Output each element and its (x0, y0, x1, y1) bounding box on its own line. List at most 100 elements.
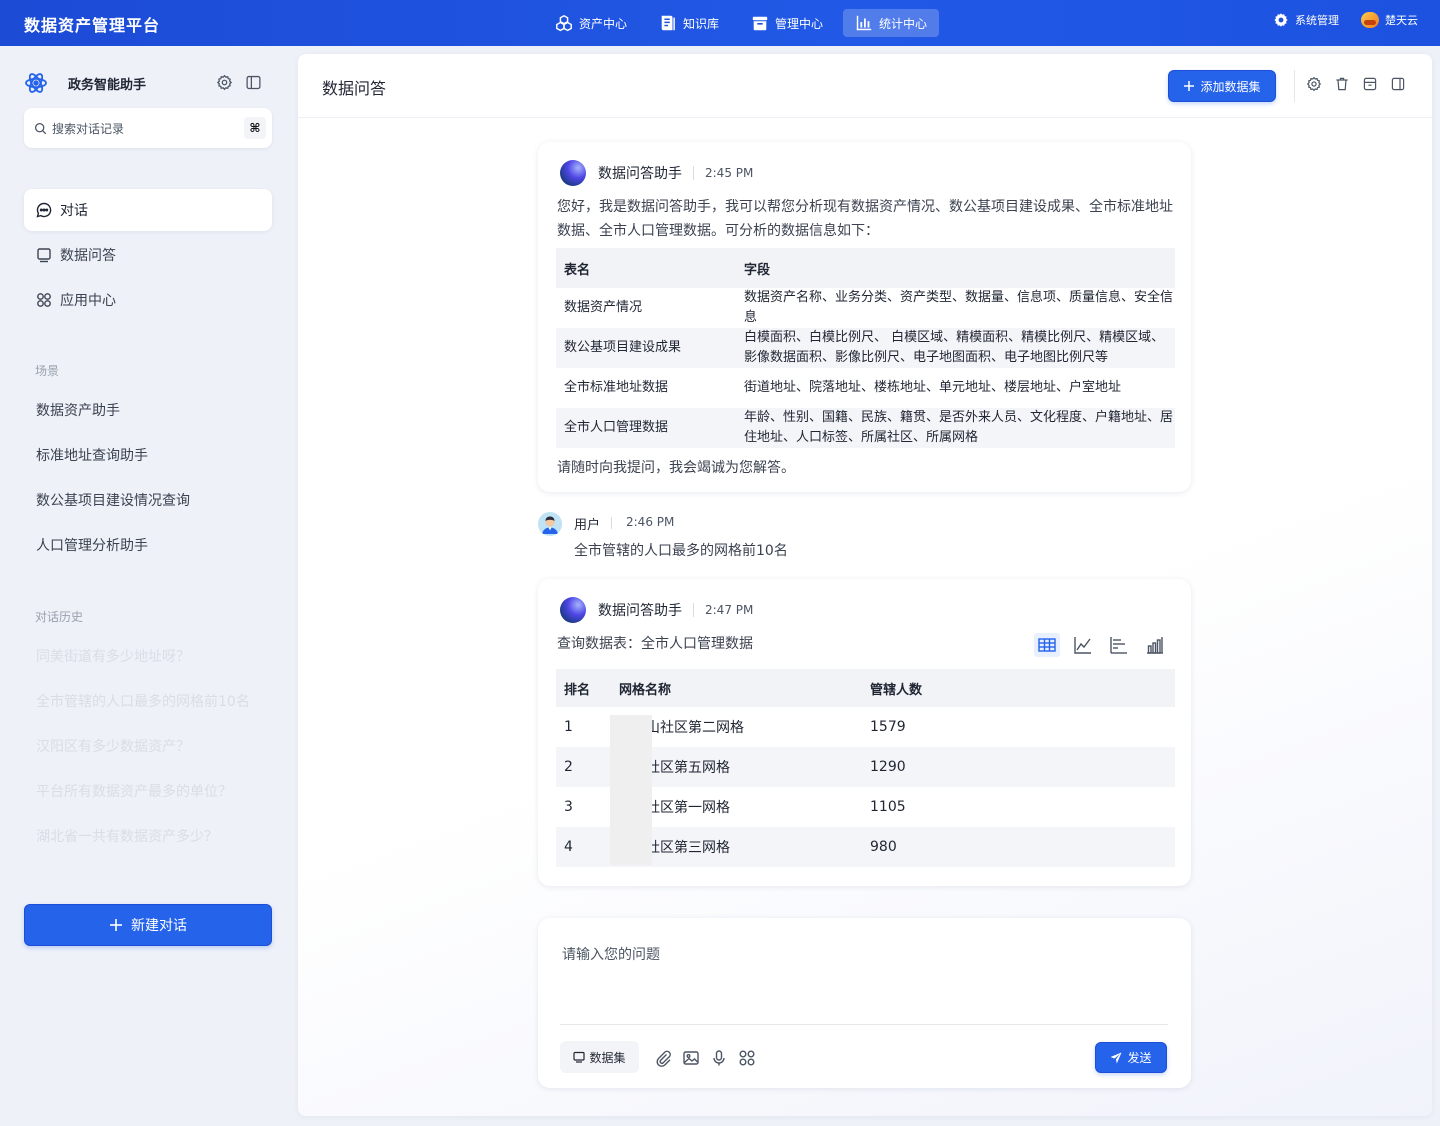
plus-icon (1184, 81, 1195, 91)
nav-statistics-center[interactable]: 统计中心 (843, 9, 940, 37)
redaction-mask (610, 715, 652, 865)
scene-section-label: 场景 (35, 364, 60, 378)
dataset-icon (37, 248, 51, 263)
dataset-select-button[interactable]: 数据集 (560, 1041, 639, 1073)
delete-icon[interactable] (1334, 76, 1350, 92)
header-actions (1306, 76, 1406, 92)
system-management-button[interactable]: 系统管理 (1273, 12, 1339, 28)
main-panel: 数据问答 添加数据集 数据问答助手 2:45 PM 您好，我是数据问答助手，我可… (298, 54, 1432, 1116)
table-row: 数据资产情况 数据资产名称、业务分类、资产类型、数据量、信息项、质量信息、安全信… (564, 290, 1174, 325)
book-icon (661, 15, 675, 31)
assistant-answer-message: 数据问答助手 2:47 PM 查询数据表：全市人口管理数据 排名 网格名称 管辖 (538, 579, 1191, 886)
top-bar: 数据资产管理平台 资产中心 知识库 管理中心 统计中心 系统管理 楚天云 (0, 0, 1440, 46)
send-button[interactable]: 发送 (1095, 1042, 1167, 1073)
add-dataset-button[interactable]: 添加数据集 (1168, 70, 1276, 102)
message-composer: 请输入您的问题 数据集 发送 (538, 918, 1191, 1088)
settings-icon[interactable] (1306, 76, 1322, 92)
main-header: 数据问答 添加数据集 (298, 54, 1432, 118)
bar-chart-icon (1147, 637, 1163, 654)
gear-icon (1274, 13, 1288, 27)
apps-icon (37, 293, 51, 307)
plus-icon (110, 919, 122, 931)
scene-item[interactable]: 数据资产助手 (36, 396, 190, 441)
dataset-fields-table: 表名 字段 数据资产情况 数据资产名称、业务分类、资产类型、数据量、信息项、质量… (556, 248, 1175, 448)
sidebar-item-app-center[interactable]: 应用中心 (24, 279, 272, 321)
tenant-switcher[interactable]: 楚天云 (1361, 12, 1418, 28)
send-icon (1110, 1052, 1122, 1063)
view-mode-toggles (1034, 633, 1168, 657)
assistant-avatar (560, 597, 586, 623)
history-item[interactable]: 全市管辖的人口最多的网格前10名 (36, 687, 272, 732)
line-chart-icon (1074, 637, 1091, 654)
attach-icon[interactable] (654, 1049, 672, 1067)
question-input[interactable]: 请输入您的问题 (562, 944, 660, 964)
new-chat-button[interactable]: 新建对话 (24, 904, 272, 946)
composer-tools (654, 1049, 756, 1067)
table-view-button[interactable] (1034, 633, 1060, 657)
dataset-icon (573, 1051, 586, 1063)
mic-icon[interactable] (710, 1049, 728, 1067)
history-item[interactable]: 同美街道有多少地址呀？ (36, 642, 272, 687)
user-message: 用户 2:46 PM 全市管辖的人口最多的网格前10名 (538, 512, 1038, 562)
user-question: 全市管辖的人口最多的网格前10名 (574, 543, 788, 559)
settings-icon[interactable] (216, 74, 233, 91)
history-item[interactable]: 汉阳区有多少数据资产？ (36, 732, 272, 777)
line-chart-view-button[interactable] (1070, 633, 1096, 657)
header-divider (1294, 70, 1295, 102)
page-title: 数据问答 (322, 79, 387, 98)
assistant-header-actions (216, 74, 262, 91)
sidebar-item-data-qa[interactable]: 数据问答 (24, 234, 272, 276)
table-header: 字段 (736, 248, 1175, 288)
assistant-header: 政务智能助手 (24, 70, 272, 96)
horizontal-bar-icon (1110, 637, 1127, 654)
scene-item[interactable]: 人口管理分析助手 (36, 531, 190, 576)
nav-asset-center[interactable]: 资产中心 (543, 9, 639, 37)
assistant-welcome-message: 数据问答助手 2:45 PM 您好，我是数据问答助手，我可以帮您分析现有数据资产… (538, 142, 1191, 492)
sidebar-menu: 对话 数据问答 应用中心 (24, 189, 272, 324)
table-row: 全市标准地址数据 街道地址、院落地址、楼栋地址、单元地址、楼层地址、户室地址 (564, 380, 1122, 395)
welcome-intro: 您好，我是数据问答助手，我可以帮您分析现有数据资产情况、数公基项目建设成果、全市… (557, 199, 1173, 239)
scene-item[interactable]: 数公基项目建设情况查询 (36, 486, 190, 531)
apps-icon[interactable] (738, 1049, 756, 1067)
history-fade-overlay (24, 866, 272, 906)
top-right-area: 系统管理 楚天云 (1273, 12, 1418, 28)
history-item[interactable]: 平台所有数据资产最多的单位？ (36, 777, 272, 822)
message-time: 2:45 PM (705, 166, 754, 180)
image-icon[interactable] (682, 1049, 700, 1067)
conversation-search[interactable]: 搜索对话记录 ⌘ (24, 108, 272, 148)
search-shortcut-badge: ⌘ (244, 117, 266, 139)
panel-icon[interactable] (1390, 76, 1406, 92)
history-item[interactable]: 湖北省一共有数据资产多少？ (36, 822, 272, 867)
table-view-icon (1038, 638, 1056, 652)
sidebar: 政务智能助手 搜索对话记录 ⌘ 对话 数据问答 应用中心 场景 数据资产助手 标… (0, 46, 296, 1126)
scene-item[interactable]: 标准地址查询助手 (36, 441, 190, 486)
table-row: 数公基项目建设成果 白模面积、白模比例尺、 白模区域、精模面积、精模比例尺、精模… (556, 328, 1175, 368)
table-header: 表名 (556, 248, 736, 288)
archive-icon[interactable] (1362, 76, 1378, 92)
bar-chart-icon (856, 15, 872, 31)
platform-brand: 数据资产管理平台 (24, 16, 161, 35)
sidebar-item-chat[interactable]: 对话 (24, 189, 272, 231)
search-placeholder: 搜索对话记录 (52, 121, 125, 136)
nav-knowledge-base[interactable]: 知识库 (647, 9, 731, 37)
table-header: 管辖人数 (870, 669, 1175, 707)
sidebar-toggle-icon[interactable] (245, 74, 262, 91)
header-divider (611, 517, 612, 529)
bar-chart-view-button[interactable] (1142, 633, 1168, 657)
query-table-label: 查询数据表：全市人口管理数据 (557, 636, 753, 652)
cubes-icon (556, 14, 572, 32)
history-section-label: 对话历史 (35, 610, 84, 624)
horizontal-bar-view-button[interactable] (1106, 633, 1132, 657)
user-avatar-icon (538, 512, 562, 536)
header-divider (693, 166, 694, 180)
top-nav: 资产中心 知识库 管理中心 统计中心 (543, 9, 940, 37)
table-header: 网格名称 (619, 669, 870, 707)
message-time: 2:46 PM (626, 515, 675, 529)
history-list: 同美街道有多少地址呀？ 全市管辖的人口最多的网格前10名 汉阳区有多少数据资产？… (36, 642, 272, 892)
assistant-avatar (560, 160, 586, 186)
nav-management-center[interactable]: 管理中心 (739, 9, 835, 37)
table-row: 全市人口管理数据 年龄、性别、国籍、民族、籍贯、是否外来人员、文化程度、户籍地址… (556, 408, 1175, 448)
search-icon (34, 122, 47, 134)
user-avatar (538, 512, 562, 536)
message-sender: 数据问答助手 (598, 166, 682, 182)
